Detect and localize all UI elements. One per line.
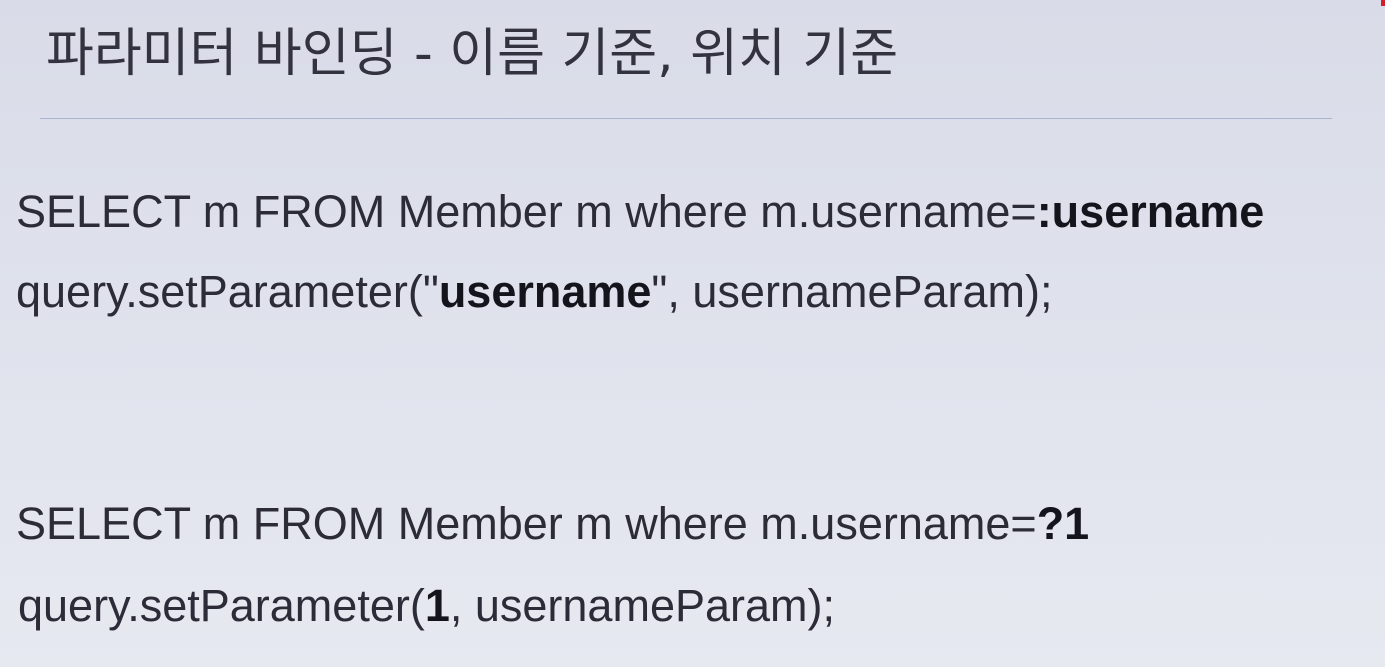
- named-query-line: SELECT m FROM Member m where m.username=…: [16, 184, 1264, 240]
- named-call-suffix: ", usernameParam);: [651, 266, 1053, 317]
- named-call-param: username: [438, 266, 652, 317]
- named-call-prefix: query.setParameter(": [16, 266, 439, 317]
- named-setparameter-line: query.setParameter("username", usernameP…: [16, 264, 1053, 320]
- named-query-prefix: SELECT m FROM Member m where m.username=: [16, 186, 1037, 237]
- title-divider: [40, 118, 1332, 119]
- positional-setparameter-line: query.setParameter(1, usernameParam);: [18, 578, 835, 634]
- named-query-param: :username: [1036, 186, 1265, 237]
- positional-query-line: SELECT m FROM Member m where m.username=…: [16, 496, 1089, 552]
- corner-accent-mark: [1381, 0, 1385, 6]
- positional-query-prefix: SELECT m FROM Member m where m.username=: [16, 498, 1037, 549]
- positional-call-param: 1: [424, 580, 450, 631]
- positional-call-suffix: , usernameParam);: [449, 580, 835, 631]
- slide-title: 파라미터 바인딩 - 이름 기준, 위치 기준: [46, 24, 899, 84]
- positional-call-prefix: query.setParameter(: [18, 580, 425, 631]
- slide: 파라미터 바인딩 - 이름 기준, 위치 기준 SELECT m FROM Me…: [0, 0, 1385, 667]
- positional-query-param: ?1: [1036, 498, 1090, 549]
